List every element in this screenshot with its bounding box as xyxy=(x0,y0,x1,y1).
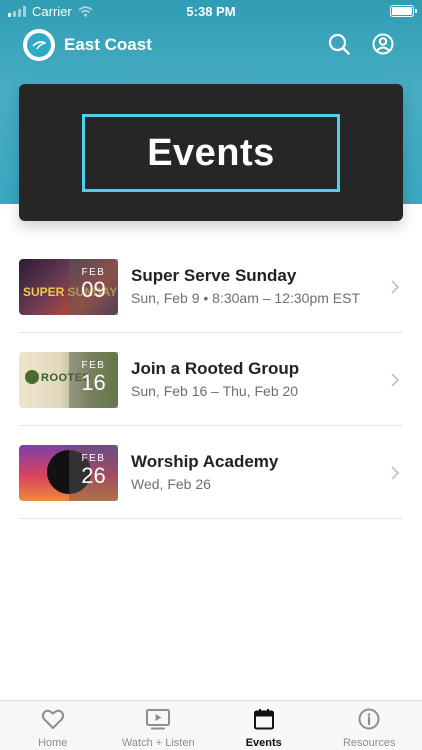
event-title: Super Serve Sunday xyxy=(131,266,297,285)
date-day: 09 xyxy=(81,277,106,302)
event-date-range: Wed, Feb 26 xyxy=(131,476,211,492)
battery-icon xyxy=(390,5,417,17)
event-row-rooted-group[interactable]: ROOTED FEB 16 Join a Rooted Group Sun, F… xyxy=(0,333,422,426)
chevron-right-icon xyxy=(391,280,400,294)
tab-home[interactable]: Home xyxy=(0,701,106,750)
event-date-range: Sun, Feb 9 • 8:30am – 12:30pm EST xyxy=(131,290,361,306)
chevron-right-icon xyxy=(391,466,400,480)
date-tile: FEB 26 xyxy=(69,445,118,501)
tab-label: Resources xyxy=(342,737,396,749)
search-icon xyxy=(328,33,350,55)
events-banner: Events xyxy=(19,84,403,221)
event-title: Worship Academy xyxy=(131,452,279,471)
tab-events[interactable]: Events xyxy=(211,701,317,750)
tab-label: Watch + Listen xyxy=(121,737,195,749)
tab-label: Home xyxy=(38,737,68,749)
logo-mark-icon xyxy=(27,33,51,57)
tab-label: Events xyxy=(245,737,282,749)
status-time: 5:38 PM xyxy=(186,4,236,19)
leaf-icon xyxy=(25,370,39,384)
tab-bar: Home Watch + Listen Events Resources xyxy=(0,700,422,750)
info-icon xyxy=(358,708,380,730)
app-header: East Coast xyxy=(0,26,422,62)
row-divider xyxy=(19,518,403,519)
date-day: 26 xyxy=(81,463,106,488)
campus-name[interactable]: East Coast xyxy=(64,35,152,55)
heart-icon xyxy=(41,709,64,729)
event-title: Join a Rooted Group xyxy=(131,359,300,378)
date-day: 16 xyxy=(81,370,106,395)
search-button[interactable] xyxy=(325,30,353,58)
date-tile: FEB 09 xyxy=(69,259,118,315)
tab-resources[interactable]: Resources xyxy=(317,701,422,750)
tab-watch-listen[interactable]: Watch + Listen xyxy=(106,701,212,750)
event-row-super-serve-sunday[interactable]: SUPER SUNDAY FEB 09 Super Serve Sunday S… xyxy=(0,240,422,333)
calendar-icon xyxy=(253,709,274,730)
event-row-worship-academy[interactable]: FEB 26 Worship Academy Wed, Feb 26 xyxy=(0,426,422,519)
status-bar: Carrier 5:38 PM xyxy=(0,0,422,22)
campus-logo[interactable] xyxy=(23,29,55,61)
event-date-range: Sun, Feb 16 – Thu, Feb 20 xyxy=(131,383,299,399)
page-title: Events xyxy=(147,131,275,174)
date-tile: FEB 16 xyxy=(69,352,118,408)
chevron-right-icon xyxy=(391,373,400,387)
profile-button[interactable] xyxy=(369,30,397,58)
banner-frame: Events xyxy=(82,114,340,192)
play-screen-icon xyxy=(146,709,171,730)
event-list: SUPER SUNDAY FEB 09 Super Serve Sunday S… xyxy=(0,240,422,519)
user-circle-icon xyxy=(372,33,394,55)
